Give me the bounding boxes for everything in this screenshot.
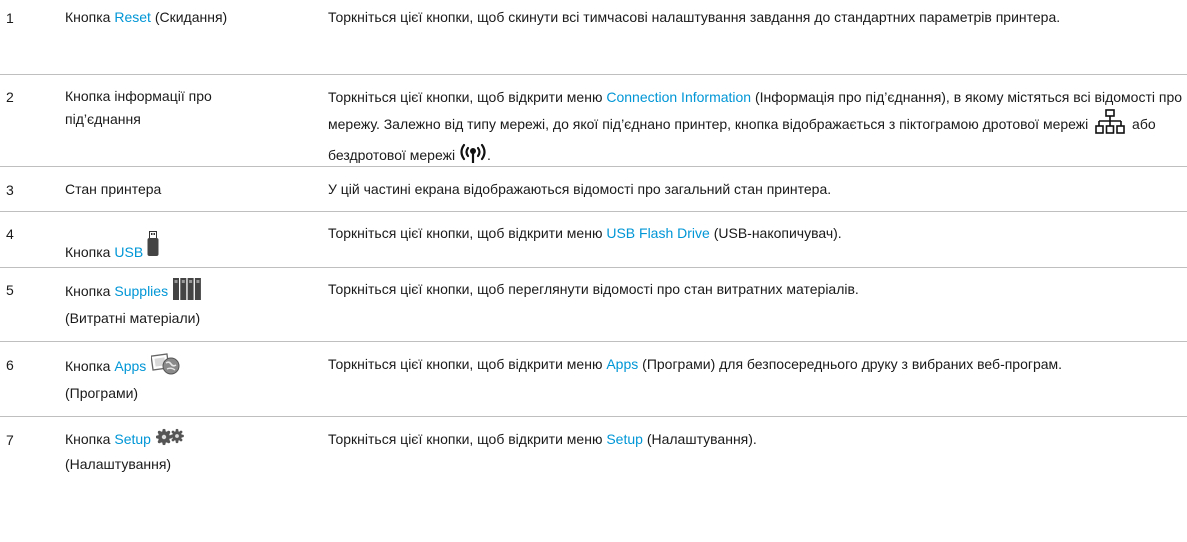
- toner-cartridges-icon: [173, 278, 201, 307]
- row-name: Кнопка інформації про під’єднання: [65, 88, 212, 127]
- setup-link: Setup: [114, 431, 151, 448]
- row-number: 2: [6, 89, 14, 105]
- row-description: Торкніться цієї кнопки, щоб переглянути …: [328, 281, 859, 297]
- usb-link: USB: [114, 244, 144, 260]
- divider: [0, 74, 1187, 75]
- row-description: Торкніться цієї кнопки, щоб відкрити мен…: [328, 225, 842, 241]
- row-description: Торкніться цієї кнопки, щоб відкрити мен…: [328, 85, 1183, 171]
- divider: [0, 267, 1187, 268]
- row-number: 4: [6, 226, 14, 242]
- gears-icon: [155, 428, 184, 453]
- row-name: Стан принтера: [65, 181, 162, 197]
- row-number: 6: [6, 357, 14, 373]
- apps-menu-link: Apps: [606, 356, 639, 372]
- apps-icon: [150, 353, 181, 382]
- row-number: 1: [6, 10, 14, 26]
- divider: [0, 211, 1187, 212]
- row-name: Кнопка Setup (Налаштування): [65, 428, 315, 476]
- row-description: У цій частині екрана відображаються відо…: [328, 181, 832, 197]
- row-description: Торкніться цієї кнопки, щоб відкрити мен…: [328, 431, 757, 447]
- reset-link: Reset: [114, 9, 151, 25]
- row-description: Торкніться цієї кнопки, щоб відкрити мен…: [328, 356, 1063, 372]
- row-name: Кнопка Supplies (Витратні матеріали): [65, 278, 315, 330]
- wired-network-icon: [1095, 109, 1125, 142]
- row-number: 7: [6, 432, 14, 448]
- usb-flash-drive-link: USB Flash Drive: [606, 225, 710, 241]
- row-number: 5: [6, 282, 14, 298]
- setup-menu-link: Setup: [606, 431, 643, 447]
- row-name: Кнопка Reset (Скидання): [65, 9, 228, 25]
- divider: [0, 166, 1187, 167]
- row-description: Торкніться цієї кнопки, щоб скинути всі …: [328, 9, 1061, 25]
- divider: [0, 341, 1187, 342]
- connection-information-link: Connection Information: [606, 89, 752, 105]
- row-number: 3: [6, 182, 14, 198]
- row-name: Кнопка USB: [65, 231, 315, 263]
- divider: [0, 416, 1187, 417]
- supplies-link: Supplies: [114, 283, 169, 300]
- apps-link: Apps: [114, 358, 147, 375]
- usb-flash-drive-icon: [147, 231, 159, 263]
- row-name: Кнопка Apps (Програми): [65, 353, 315, 405]
